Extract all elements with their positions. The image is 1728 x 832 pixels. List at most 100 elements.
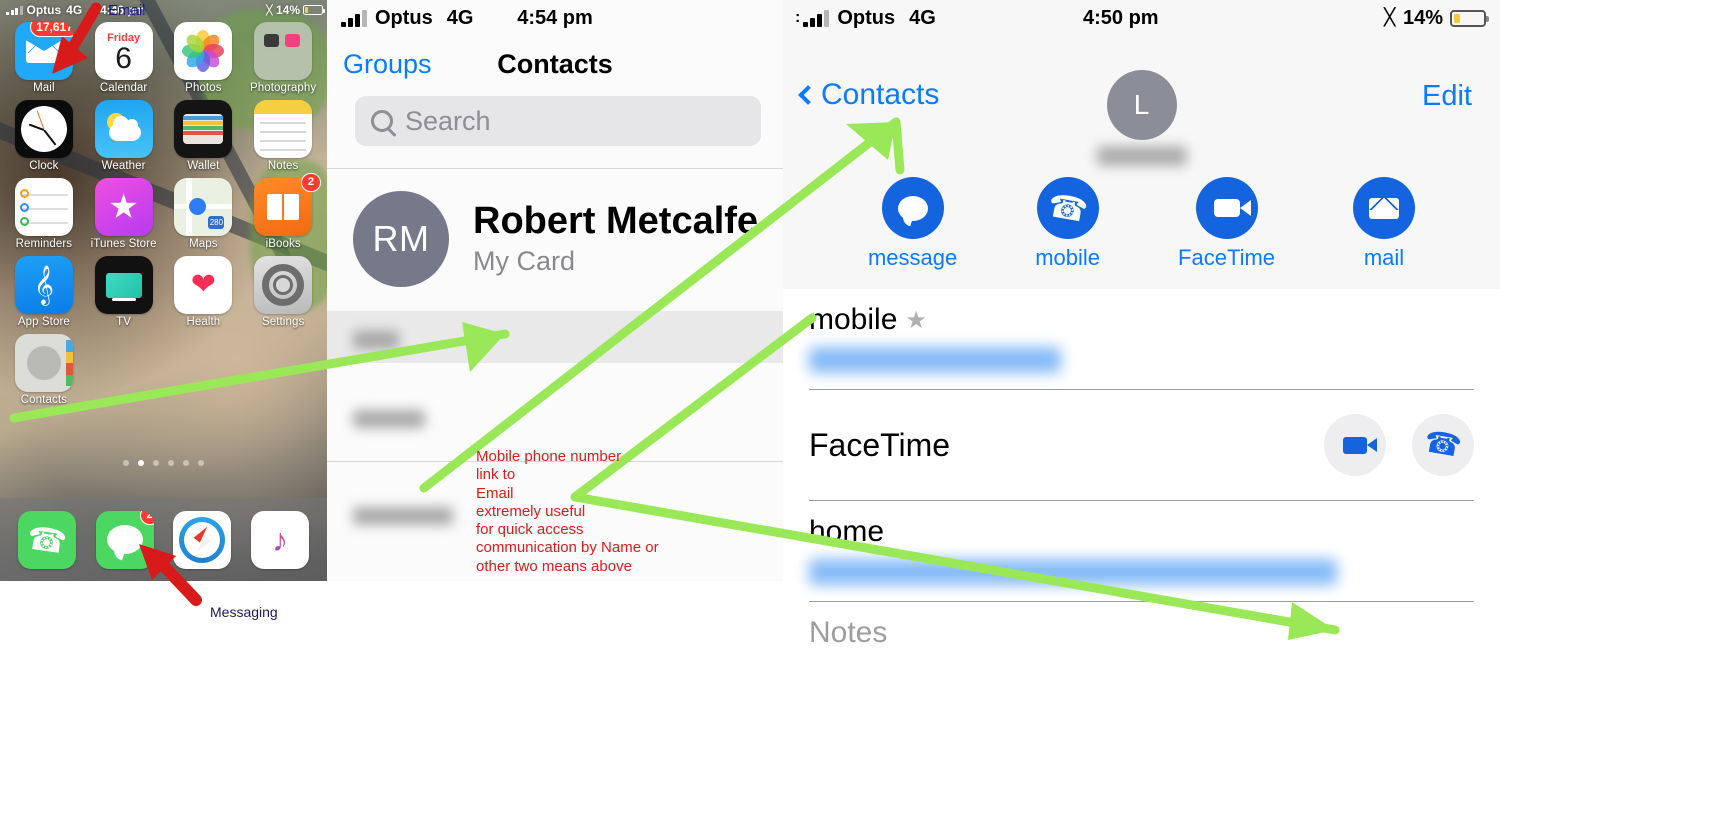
signal-icon [341,9,367,27]
app-contacts[interactable]: Contacts [4,334,84,406]
wallet-icon[interactable] [174,100,233,158]
iphone-home-screen: Optus 4G 4:46 pm ᚷ 14% 17,617 Mail Frida… [0,0,327,581]
message-bubble-icon[interactable] [881,177,944,239]
app-reminders[interactable]: Reminders [4,178,84,250]
video-camera-icon[interactable] [1324,414,1386,476]
messages-icon[interactable]: 2 [95,510,154,569]
phone-icon[interactable]: ☎ [1412,414,1474,476]
action-label: mail [1363,245,1405,270]
app-weather[interactable]: Weather [84,100,164,172]
phone-icon[interactable]: ☎ [17,510,76,569]
app-settings[interactable]: Settings [243,256,323,328]
list-item[interactable] [327,311,783,363]
carrier-label: Optus [26,3,62,17]
app-store-icon[interactable]: 𝄞 [14,256,73,314]
my-card-label: My Card [473,246,576,277]
dock-app-music[interactable]: ♪ [251,510,310,569]
app-label: Clock [29,160,59,172]
phone-icon[interactable]: ☎ [1036,177,1099,239]
app-ibooks[interactable]: iBooks 2 [243,173,323,250]
my-card-row[interactable]: RM Robert Metcalfe My Card [327,169,783,297]
app-label: Photos [185,82,222,94]
dock-app-phone[interactable]: ☎ [17,510,76,569]
envelope-icon[interactable] [1353,177,1416,239]
network-label: 4G [446,6,474,29]
safari-icon[interactable] [173,510,232,569]
photos-icon[interactable] [174,22,233,80]
screenshot-stage: Optus 4G 4:46 pm ᚷ 14% 17,617 Mail Frida… [0,0,1728,832]
calendar-icon[interactable]: Friday 6 [94,22,153,80]
weather-icon[interactable] [94,100,153,158]
app-app-store[interactable]: 𝄞 App Store [4,256,84,328]
app-label: Contacts [20,394,67,406]
photography-folder-icon[interactable] [254,22,313,80]
app-itunes-store[interactable]: ★ iTunes Store [84,178,164,250]
app-calendar[interactable]: Friday 6 Calendar [84,22,164,94]
contacts-list-screen: Optus 4G 4:54 pm Groups Contacts Search … [327,0,783,581]
battery-percent: 14% [1402,6,1443,29]
app-maps[interactable]: 280 Maps [164,178,244,250]
list-item[interactable] [327,377,783,461]
action-mail[interactable]: mail [1353,177,1416,271]
contact-detail-screen: : Optus 4G 4:50 pm ᚷ 14% Contacts Edit L [783,0,1500,832]
app-photos[interactable]: Photos [164,22,244,94]
contacts-icon[interactable] [14,334,73,392]
app-notes[interactable]: Notes [243,100,323,172]
page-title: Contacts [497,48,613,79]
contact-header: L [1096,70,1187,166]
contacts-navbar: Groups Contacts [327,36,783,92]
health-icon[interactable]: ❤ [174,256,233,314]
redacted-phone-number[interactable] [809,347,1061,373]
ibooks-badge: 2 [300,173,321,192]
maps-icon[interactable]: 280 [174,178,233,236]
battery-icon [1450,9,1489,27]
network-label: 4G [909,6,936,29]
facetime-buttons: ☎ [1324,414,1474,476]
music-icon[interactable]: ♪ [251,510,310,569]
app-photography-folder[interactable]: Photography [243,22,323,94]
search-icon [371,110,393,132]
groups-button[interactable]: Groups [343,49,432,80]
action-mobile[interactable]: ☎ mobile [1035,177,1100,271]
action-facetime[interactable]: FaceTime [1178,177,1275,271]
itunes-store-icon[interactable]: ★ [94,178,153,236]
app-mail[interactable]: 17,617 Mail [4,22,84,94]
dock-app-messages[interactable]: 2 [95,510,154,569]
clock-label: 4:54 pm [517,6,593,29]
reminders-icon[interactable] [14,178,73,236]
back-button-label: Contacts [821,78,940,111]
field-home-email[interactable]: home [783,501,1500,585]
detail-fields: mobile ★ FaceTime ☎ home Notes [783,289,1500,650]
bluetooth-icon: ᚷ [1383,6,1396,29]
field-label: home [809,515,885,548]
app-clock[interactable]: Clock [4,100,84,172]
signal-icon [803,9,830,27]
action-label: message [867,245,958,270]
edit-button[interactable]: Edit [1422,80,1472,113]
app-wallet[interactable]: Wallet [164,100,244,172]
detail-status-bar: : Optus 4G 4:50 pm ᚷ 14% [783,0,1500,36]
search-input[interactable]: Search [355,96,761,146]
mail-icon[interactable]: 17,617 [14,22,73,80]
page-indicator[interactable] [0,460,327,466]
video-camera-icon[interactable] [1195,177,1258,239]
clock-icon[interactable] [14,100,73,158]
redacted-email-address[interactable] [809,559,1337,585]
app-tv[interactable]: TV [84,256,164,328]
status-right: ᚷ 14% [1383,6,1489,30]
tv-icon[interactable] [94,256,153,314]
list-item[interactable] [327,476,783,556]
settings-icon[interactable] [254,256,313,314]
field-label-row: mobile ★ [809,303,1474,337]
field-notes[interactable]: Notes [783,602,1500,650]
back-button[interactable]: Contacts [798,78,940,112]
notes-icon[interactable] [254,100,313,158]
app-health[interactable]: ❤ Health [164,256,244,328]
field-mobile[interactable]: mobile ★ [783,289,1500,373]
contacts-status-bar: Optus 4G 4:54 pm [327,0,783,36]
action-message[interactable]: message [868,177,957,271]
app-label: iTunes Store [90,238,157,250]
app-label: iBooks [265,238,301,250]
dock-app-safari[interactable] [173,510,232,569]
section-index-band [327,311,783,363]
